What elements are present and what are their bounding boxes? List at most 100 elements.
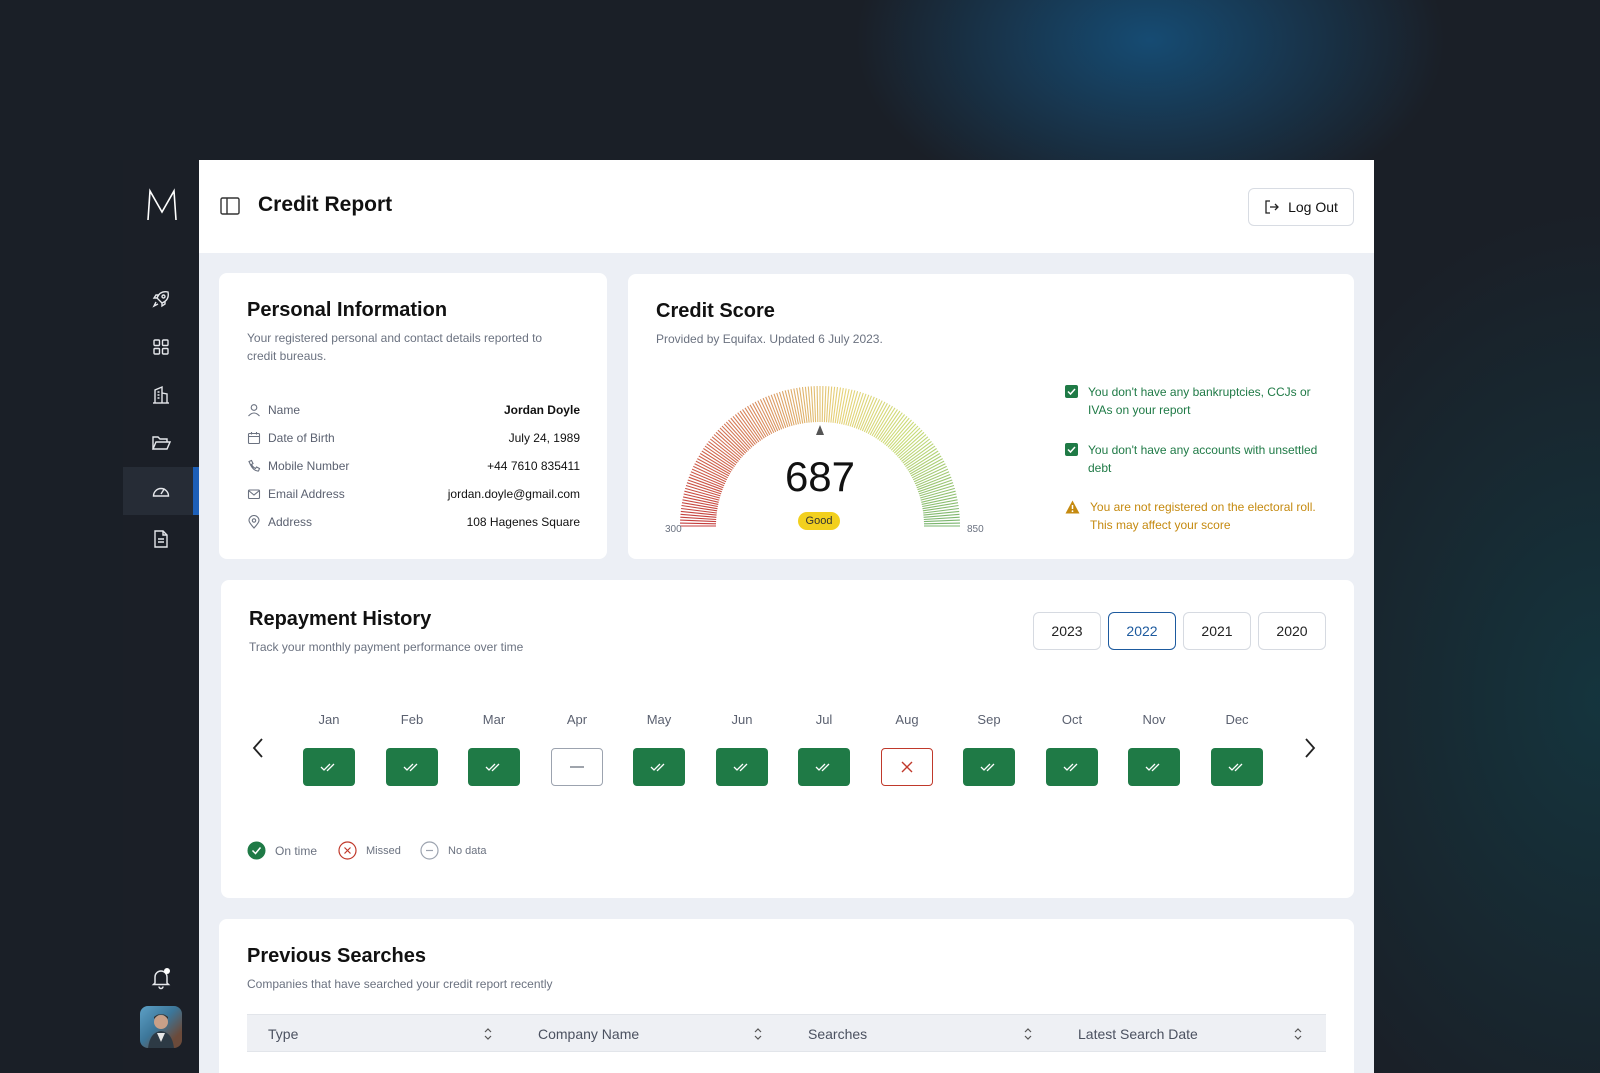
info-label: Date of Birth: [268, 431, 335, 445]
notification-bell-icon[interactable]: [149, 966, 173, 990]
month-label: Oct: [1061, 712, 1083, 727]
month-status-jun[interactable]: [716, 748, 768, 786]
avatar[interactable]: [140, 1006, 182, 1048]
double-check-icon: [485, 763, 500, 772]
gauge-tick: [813, 386, 817, 423]
sidebar-item-credit[interactable]: [123, 467, 199, 515]
info-value: July 24, 1989: [508, 431, 580, 445]
month-status-apr[interactable]: [551, 748, 603, 786]
legend-label: Missed: [366, 844, 401, 857]
personal-info-card: Personal Information Your registered per…: [219, 273, 607, 559]
info-row-email: Email Address jordan.doyle@gmail.com: [247, 484, 580, 504]
check-item-electoral-roll: You are not registered on the electoral …: [1065, 498, 1325, 534]
gauge-tick: [679, 522, 717, 525]
personal-info-subtitle: Your registered personal and contact det…: [247, 331, 543, 363]
sort-icon[interactable]: [1293, 1026, 1303, 1042]
month-label: Dec: [1225, 712, 1249, 727]
check-item-unsettled-debt: You don't have any accounts with unsettl…: [1065, 441, 1325, 477]
sidebar-item-dashboard[interactable]: [123, 323, 199, 371]
month-status-jul[interactable]: [798, 748, 850, 786]
sort-icon[interactable]: [483, 1026, 493, 1042]
gauge-tick: [821, 385, 824, 423]
credit-rating-badge: Good: [798, 512, 840, 530]
info-row-dob: Date of Birth July 24, 1989: [247, 428, 580, 448]
info-row-name: Name Jordan Doyle: [247, 400, 580, 420]
logout-label: Log Out: [1288, 199, 1338, 215]
searches-table-header: Type Company Name Searches Latest Search…: [247, 1014, 1326, 1052]
month-label: May: [646, 712, 672, 727]
avatar-image: [148, 1014, 174, 1048]
check-item-bankruptcies: You don't have any bankruptcies, CCJs or…: [1065, 383, 1325, 419]
month-status-jan[interactable]: [303, 748, 355, 786]
double-check-icon: [733, 763, 748, 772]
column-header-searches[interactable]: Searches: [808, 1015, 867, 1053]
gauge-tick: [923, 516, 960, 521]
month-label: Apr: [566, 712, 588, 727]
location-icon: [248, 515, 260, 529]
info-label: Email Address: [268, 487, 345, 501]
year-button-2020[interactable]: 2020: [1258, 612, 1326, 650]
month-status-feb[interactable]: [386, 748, 438, 786]
check-text: You don't have any accounts with unsettl…: [1088, 443, 1318, 475]
phone-icon: [248, 459, 261, 472]
month-label: Feb: [400, 712, 424, 727]
sort-icon[interactable]: [753, 1026, 763, 1042]
gauge-icon: [152, 487, 170, 497]
rocket-icon: [152, 291, 169, 308]
sidebar-item-launch[interactable]: [123, 275, 199, 323]
legend-no-data: No data: [420, 841, 487, 860]
calendar-icon: [247, 432, 261, 445]
missed-icon: [338, 841, 357, 860]
next-arrow-icon[interactable]: [1297, 736, 1321, 760]
credit-score-subtitle: Provided by Equifax. Updated 6 July 2023…: [656, 332, 883, 346]
info-value: Jordan Doyle: [503, 403, 580, 417]
sidebar: [123, 160, 199, 1073]
double-check-icon: [650, 763, 665, 772]
sidebar-item-reports[interactable]: [123, 515, 199, 563]
no-data-icon: [420, 841, 439, 860]
info-value: jordan.doyle@gmail.com: [447, 487, 580, 501]
year-button-2021[interactable]: 2021: [1183, 612, 1251, 650]
column-header-company-name[interactable]: Company Name: [538, 1015, 639, 1053]
month-label: Jan: [318, 712, 340, 727]
logo: [147, 188, 177, 221]
topbar: Credit Report Log Out: [199, 160, 1374, 253]
x-icon: [901, 761, 913, 773]
month-status-nov[interactable]: [1128, 748, 1180, 786]
sidebar-item-files[interactable]: [123, 419, 199, 467]
sidebar-toggle-icon[interactable]: [220, 197, 240, 215]
check-text: You are not registered on the electoral …: [1090, 500, 1316, 532]
info-value: 108 Hagenes Square: [466, 515, 580, 529]
sidebar-item-properties[interactable]: [123, 371, 199, 419]
gauge-tick: [923, 522, 961, 525]
month-status-dec[interactable]: [1211, 748, 1263, 786]
searches-subtitle: Companies that have searched your credit…: [247, 977, 553, 991]
checkbox-checked-icon: [1065, 443, 1078, 456]
year-button-2023[interactable]: 2023: [1033, 612, 1101, 650]
month-label: Aug: [895, 712, 919, 727]
year-button-2022[interactable]: 2022: [1108, 612, 1176, 650]
month-status-aug[interactable]: [881, 748, 933, 786]
personal-info-title: Personal Information: [247, 299, 448, 321]
month-status-mar[interactable]: [468, 748, 520, 786]
month-status-oct[interactable]: [1046, 748, 1098, 786]
gauge-max-label: 850: [967, 524, 984, 535]
info-row-mobile: Mobile Number +44 7610 835411: [247, 456, 580, 476]
month-status-may[interactable]: [633, 748, 685, 786]
double-check-icon: [1145, 763, 1160, 772]
on-time-icon: [247, 841, 266, 860]
info-label: Mobile Number: [268, 459, 350, 473]
double-check-icon: [1063, 763, 1078, 772]
previous-arrow-icon[interactable]: [247, 736, 271, 760]
credit-score-title: Credit Score: [656, 300, 775, 322]
month-status-sep[interactable]: [963, 748, 1015, 786]
building-icon: [153, 385, 169, 404]
logout-button[interactable]: Log Out: [1248, 188, 1354, 226]
legend-on-time: On time: [247, 841, 317, 860]
gauge-pointer: [816, 425, 824, 435]
sort-icon[interactable]: [1023, 1026, 1033, 1042]
document-icon: [154, 530, 168, 548]
column-header-type[interactable]: Type: [268, 1015, 298, 1053]
column-header-latest-search-date[interactable]: Latest Search Date: [1078, 1015, 1198, 1053]
double-check-icon: [980, 763, 995, 772]
